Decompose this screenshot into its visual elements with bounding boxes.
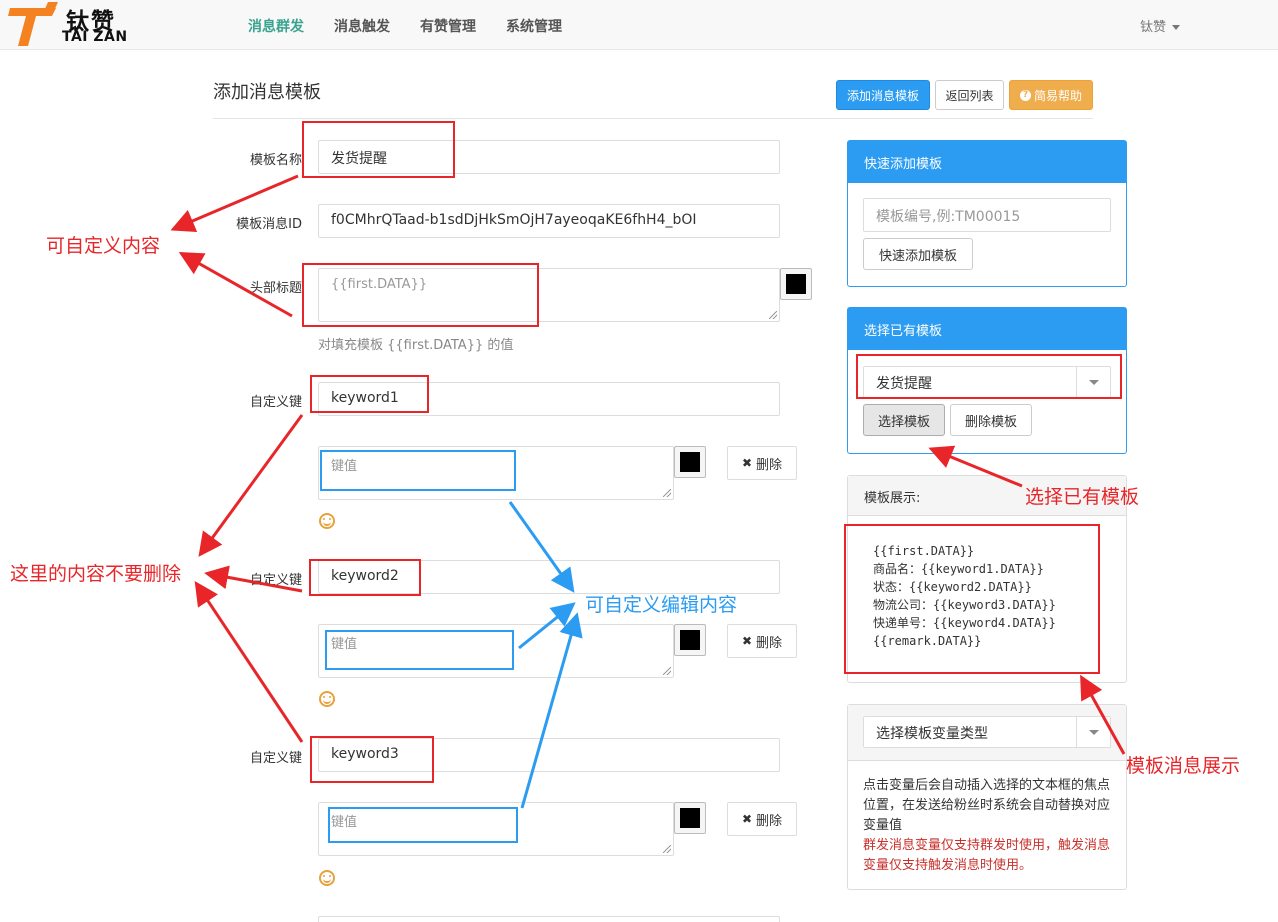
arrow-customizable-name <box>170 174 299 232</box>
arrow-preview <box>1080 674 1126 755</box>
arrow-value2 <box>518 602 576 650</box>
arrow-customizable-header <box>178 252 293 318</box>
arrow-value1 <box>508 501 575 593</box>
arrow-select-existing <box>928 445 1023 488</box>
arrow-keyword1 <box>198 414 304 557</box>
annotation-arrows <box>170 174 1126 809</box>
arrow-keyword3 <box>194 581 304 743</box>
arrow-keyword2 <box>204 565 303 593</box>
arrow-value3 <box>520 612 583 809</box>
